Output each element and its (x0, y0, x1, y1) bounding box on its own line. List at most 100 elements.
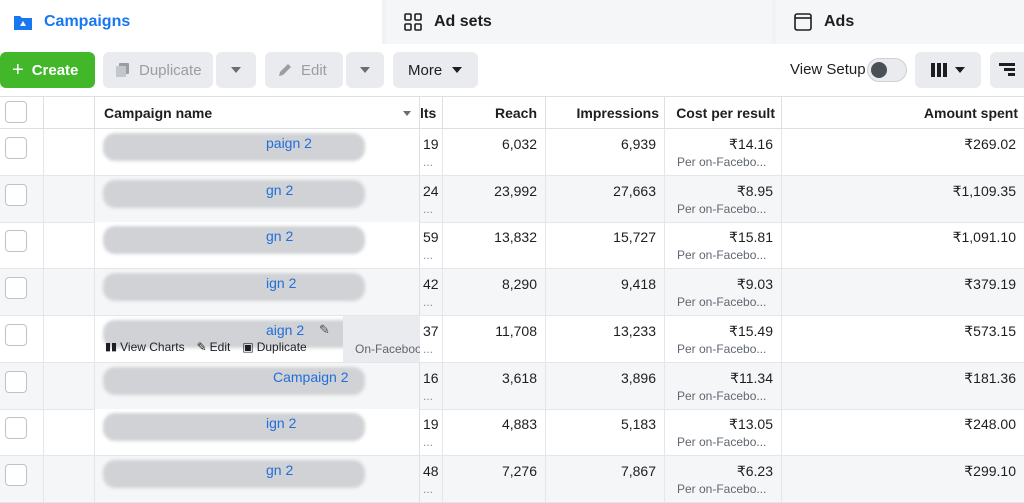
cost-per-result-value: ₹15.81 (729, 229, 773, 246)
redacted-name (103, 413, 365, 442)
column-header-campaign-name[interactable]: Campaign name (95, 97, 420, 129)
amount-spent-value: ₹299.10 (964, 462, 1016, 479)
column-header-results[interactable]: lts (420, 97, 443, 129)
amount-spent-value: ₹573.15 (964, 322, 1016, 339)
edit-action[interactable]: ✎ Edit (197, 340, 231, 354)
row-checkbox[interactable] (5, 137, 27, 159)
sort-caret-icon (403, 110, 411, 116)
row-checkbox[interactable] (5, 277, 27, 300)
reach-value: 23,992 (494, 182, 537, 199)
table-row[interactable]: 37... 11,708 13,233 ₹15.49 Per on-Facebo... ₹… (0, 315, 1024, 363)
table-row[interactable]: 24... 23,992 27,663 ₹8.95 Per on-Facebo... ₹1… (0, 175, 1024, 223)
row-checkbox[interactable] (5, 183, 27, 206)
row-checkbox[interactable] (5, 463, 27, 486)
folder-icon (12, 11, 34, 33)
table-row[interactable]: 59... 13,832 15,727 ₹15.81 Per on-Facebo... ₹… (0, 222, 1024, 270)
reach-value: 3,618 (501, 369, 537, 386)
edit-dropdown-button[interactable] (346, 52, 384, 88)
impressions-value: 3,896 (620, 369, 656, 386)
duplicate-action[interactable]: ▣ Duplicate (242, 340, 306, 354)
table-row[interactable]: 19... 4,883 5,183 ₹13.05 Per on-Facebo... ₹24… (0, 409, 1024, 457)
select-all-checkbox[interactable] (5, 101, 27, 123)
grid-icon (402, 11, 424, 33)
campaign-name-link[interactable]: Campaign 2 (273, 369, 349, 385)
tab-label: Campaigns (44, 13, 131, 30)
more-button[interactable]: More (393, 52, 478, 88)
campaign-name-link[interactable]: gn 2 (266, 228, 293, 244)
campaign-name-link[interactable]: aign 2 (266, 322, 304, 338)
impressions-value: 6,939 (620, 136, 656, 152)
reach-value: 11,708 (495, 322, 537, 339)
results-ellipsis: ... (423, 155, 434, 169)
reach-value: 4,883 (501, 416, 537, 433)
plus-icon: + (12, 59, 24, 81)
campaign-name-link[interactable]: gn 2 (266, 462, 293, 478)
breakdown-button[interactable] (990, 52, 1024, 88)
amount-spent-value: ₹379.19 (964, 276, 1016, 293)
tab-ad-sets[interactable]: Ad sets (386, 0, 772, 44)
row-hover-actions: ▮▮ View Charts ✎ Edit ▣ Duplicate (105, 340, 307, 354)
column-header-amount-spent[interactable]: Amount spent (782, 97, 1024, 129)
create-button[interactable]: + Create (0, 52, 95, 88)
duplicate-icon: ▣ (242, 339, 254, 354)
create-label: Create (31, 61, 79, 79)
results-ellipsis: ... (423, 341, 434, 356)
more-label: More (408, 61, 443, 79)
chevron-down-icon (231, 67, 241, 73)
campaign-name-cell: ign 2 (95, 269, 420, 316)
amount-spent-value: ₹1,091.10 (952, 229, 1016, 246)
cost-per-result-subtitle: Per on-Facebo... (677, 435, 767, 450)
row-checkbox[interactable] (5, 417, 27, 440)
reach-value: 6,032 (501, 136, 537, 152)
view-setup-toggle[interactable] (867, 58, 907, 82)
tab-ads[interactable]: Ads (776, 0, 1024, 44)
campaign-name-link[interactable]: paign 2 (266, 135, 312, 151)
pencil-icon: ✎ (196, 339, 207, 354)
pencil-icon (277, 62, 293, 78)
duplicate-button[interactable]: Duplicate (103, 52, 213, 88)
row-checkbox[interactable] (5, 230, 27, 253)
results-ellipsis: ... (423, 481, 434, 496)
campaign-name-cell: gn 2 (95, 175, 420, 222)
table-row[interactable]: 42... 8,290 9,418 ₹9.03 Per on-Facebo... ₹379… (0, 269, 1024, 317)
reach-value: 7,276 (501, 462, 537, 479)
amount-spent-value: ₹181.36 (964, 369, 1016, 386)
table-row[interactable]: 19... 6,032 6,939 ₹14.16 Per on-Facebo... ₹26… (0, 129, 1024, 176)
campaign-name-link[interactable]: ign 2 (266, 415, 296, 431)
breakdown-icon (999, 63, 1015, 77)
edit-name-pencil-icon[interactable]: ✎ (319, 322, 330, 338)
impressions-value: 15,727 (613, 229, 656, 246)
column-header-impressions[interactable]: Impressions (546, 97, 665, 129)
impressions-value: 5,183 (620, 416, 656, 433)
table-header: Campaign name lts Reach Impressions Cost… (0, 96, 1024, 129)
table-row[interactable]: 16... 3,618 3,896 ₹11.34 Per on-Facebo... ₹18… (0, 362, 1024, 410)
cost-per-result-value: ₹11.34 (730, 369, 773, 386)
duplicate-icon (115, 62, 131, 78)
table-row[interactable]: 48... 7,276 7,867 ₹6.23 Per on-Facebo... ₹299… (0, 455, 1024, 503)
campaigns-table: Campaign name lts Reach Impressions Cost… (0, 96, 1024, 503)
column-header-reach[interactable]: Reach (443, 97, 546, 129)
tab-campaigns[interactable]: Campaigns (0, 0, 382, 44)
chevron-down-icon (955, 67, 965, 73)
campaign-name-link[interactable]: ign 2 (266, 275, 296, 291)
amount-spent-value: ₹248.00 (964, 416, 1016, 433)
redacted-name (103, 273, 365, 302)
ad-window-icon (792, 11, 814, 33)
cost-per-result-value: ₹13.05 (729, 416, 773, 433)
impressions-value: 27,663 (613, 182, 656, 199)
view-charts-action[interactable]: ▮▮ View Charts (105, 340, 185, 354)
campaign-name-link[interactable]: gn 2 (266, 182, 293, 198)
duplicate-dropdown-button[interactable] (216, 52, 256, 88)
edit-label: Edit (301, 61, 327, 79)
edit-button[interactable]: Edit (265, 52, 343, 88)
campaign-name-cell: gn 2 (95, 222, 420, 269)
row-checkbox[interactable] (5, 323, 27, 346)
cost-per-result-subtitle: Per on-Facebo... (677, 481, 767, 496)
results-hover-box: On-Faceboo... (343, 315, 420, 362)
columns-button[interactable] (915, 52, 981, 88)
row-checkbox[interactable] (5, 370, 27, 393)
cost-per-result-subtitle: Per on-Facebo... (677, 155, 767, 169)
reach-value: 13,832 (494, 229, 537, 246)
campaign-name-cell: gn 2 (95, 455, 420, 502)
column-header-cost-per-result[interactable]: Cost per result (665, 97, 782, 129)
